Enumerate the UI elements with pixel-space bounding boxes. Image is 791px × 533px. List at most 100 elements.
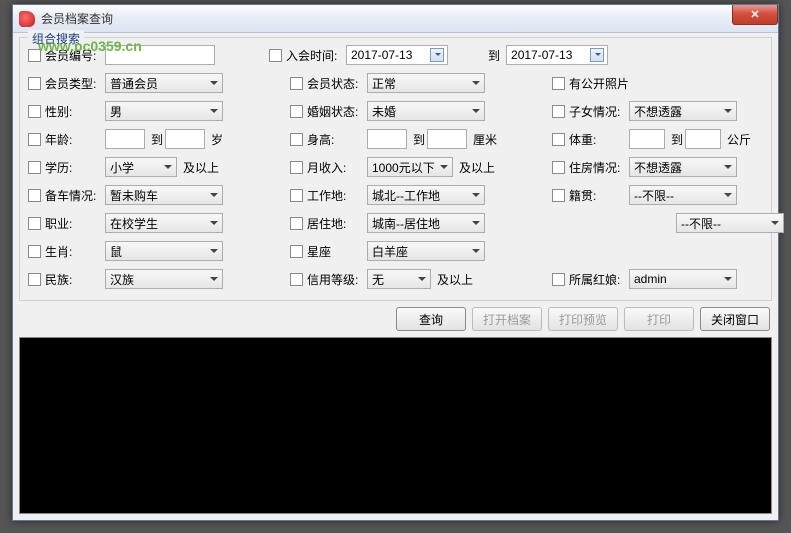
open-file-button[interactable]: 打开档案: [472, 307, 542, 331]
zodiac-checkbox[interactable]: [28, 245, 41, 258]
gender-checkbox[interactable]: [28, 105, 41, 118]
constellation-checkbox[interactable]: [290, 245, 303, 258]
gender-select[interactable]: 男: [105, 101, 223, 121]
member-type-label: 会员类型:: [45, 75, 103, 92]
age-to-label: 到: [151, 131, 163, 148]
credit-select[interactable]: 无: [367, 269, 431, 289]
native-place2-select[interactable]: --不限--: [676, 213, 784, 233]
live-place-label: 居住地:: [307, 215, 365, 232]
children-select[interactable]: 不想透露: [629, 101, 737, 121]
marital-label: 婚姻状态:: [307, 103, 365, 120]
weight-to-label: 到: [671, 131, 683, 148]
results-grid[interactable]: [19, 337, 772, 514]
nation-checkbox[interactable]: [28, 273, 41, 286]
member-type-select[interactable]: 普通会员: [105, 73, 223, 93]
car-checkbox[interactable]: [28, 189, 41, 202]
nation-label: 民族:: [45, 271, 103, 288]
occupation-select[interactable]: 在校学生: [105, 213, 223, 233]
work-place-label: 工作地:: [307, 187, 365, 204]
has-photo-checkbox[interactable]: [552, 77, 565, 90]
join-date-from[interactable]: 2017-07-13: [346, 45, 448, 65]
close-button[interactable]: ✕: [732, 5, 778, 25]
housing-select[interactable]: 不想透露: [629, 157, 737, 177]
education-select[interactable]: 小学: [105, 157, 177, 177]
native-place-select[interactable]: --不限--: [629, 185, 737, 205]
calendar-icon[interactable]: [590, 48, 604, 62]
income-suffix: 及以上: [459, 159, 495, 176]
member-status-checkbox[interactable]: [290, 77, 303, 90]
weight-label: 体重:: [569, 131, 627, 148]
marital-checkbox[interactable]: [290, 105, 303, 118]
credit-label: 信用等级:: [307, 271, 365, 288]
work-place-checkbox[interactable]: [290, 189, 303, 202]
matchmaker-select[interactable]: admin: [629, 269, 737, 289]
live-place-select[interactable]: 城南--居住地: [367, 213, 485, 233]
close-window-button[interactable]: 关闭窗口: [700, 307, 770, 331]
occupation-label: 职业:: [45, 215, 103, 232]
weight-to-input[interactable]: [685, 129, 721, 149]
children-checkbox[interactable]: [552, 105, 565, 118]
join-date-checkbox[interactable]: [269, 49, 282, 62]
weight-checkbox[interactable]: [552, 133, 565, 146]
car-label: 备车情况:: [45, 187, 103, 204]
housing-label: 住房情况:: [569, 159, 627, 176]
age-from-input[interactable]: [105, 129, 145, 149]
income-checkbox[interactable]: [290, 161, 303, 174]
app-icon: [19, 11, 35, 27]
content-area: 组合搜索 会员编号: 入会时间: 2017-07-13 到: [13, 33, 778, 520]
member-status-select[interactable]: 正常: [367, 73, 485, 93]
calendar-icon[interactable]: [430, 48, 444, 62]
dialog-window: 会员档案查询 ✕ 组合搜索 会员编号: 入会时间: 2017-07-13: [12, 4, 779, 521]
work-place-select[interactable]: 城北--工作地: [367, 185, 485, 205]
weight-from-input[interactable]: [629, 129, 665, 149]
height-from-input[interactable]: [367, 129, 407, 149]
print-button[interactable]: 打印: [624, 307, 694, 331]
weight-suffix: 公斤: [727, 131, 751, 148]
constellation-select[interactable]: 白羊座: [367, 241, 485, 261]
query-button[interactable]: 查询: [396, 307, 466, 331]
education-label: 学历:: [45, 159, 103, 176]
native-place-checkbox[interactable]: [552, 189, 565, 202]
age-label: 年龄:: [45, 131, 103, 148]
member-status-label: 会员状态:: [307, 75, 365, 92]
has-photo-label: 有公开照片: [569, 75, 629, 92]
education-suffix: 及以上: [183, 159, 219, 176]
education-checkbox[interactable]: [28, 161, 41, 174]
print-preview-button[interactable]: 打印预览: [548, 307, 618, 331]
nation-select[interactable]: 汉族: [105, 269, 223, 289]
housing-checkbox[interactable]: [552, 161, 565, 174]
watermark-url: www.pc0359.cn: [38, 38, 142, 54]
matchmaker-label: 所属红娘:: [569, 271, 627, 288]
height-to-input[interactable]: [427, 129, 467, 149]
height-label: 身高:: [307, 131, 365, 148]
join-date-label: 入会时间:: [286, 47, 344, 64]
height-to-label: 到: [413, 131, 425, 148]
age-suffix: 岁: [211, 131, 223, 148]
join-date-to[interactable]: 2017-07-13: [506, 45, 608, 65]
search-groupbox: 组合搜索 会员编号: 入会时间: 2017-07-13 到: [19, 37, 772, 301]
live-place-checkbox[interactable]: [290, 217, 303, 230]
age-to-input[interactable]: [165, 129, 205, 149]
occupation-checkbox[interactable]: [28, 217, 41, 230]
marital-select[interactable]: 未婚: [367, 101, 485, 121]
zodiac-label: 生肖:: [45, 243, 103, 260]
credit-checkbox[interactable]: [290, 273, 303, 286]
height-checkbox[interactable]: [290, 133, 303, 146]
member-type-checkbox[interactable]: [28, 77, 41, 90]
gender-label: 性别:: [45, 103, 103, 120]
matchmaker-checkbox[interactable]: [552, 273, 565, 286]
join-date-to-label: 到: [488, 47, 500, 64]
age-checkbox[interactable]: [28, 133, 41, 146]
height-suffix: 厘米: [473, 131, 497, 148]
zodiac-select[interactable]: 鼠: [105, 241, 223, 261]
native-place-label: 籍贯:: [569, 187, 627, 204]
children-label: 子女情况:: [569, 103, 627, 120]
titlebar: 会员档案查询 ✕: [13, 5, 778, 33]
constellation-label: 星座: [307, 243, 365, 260]
income-label: 月收入:: [307, 159, 365, 176]
button-bar: 查询 打开档案 打印预览 打印 关闭窗口: [13, 303, 778, 337]
window-title: 会员档案查询: [41, 10, 113, 27]
credit-suffix: 及以上: [437, 271, 473, 288]
income-select[interactable]: 1000元以下: [367, 157, 453, 177]
car-select[interactable]: 暂未购车: [105, 185, 223, 205]
